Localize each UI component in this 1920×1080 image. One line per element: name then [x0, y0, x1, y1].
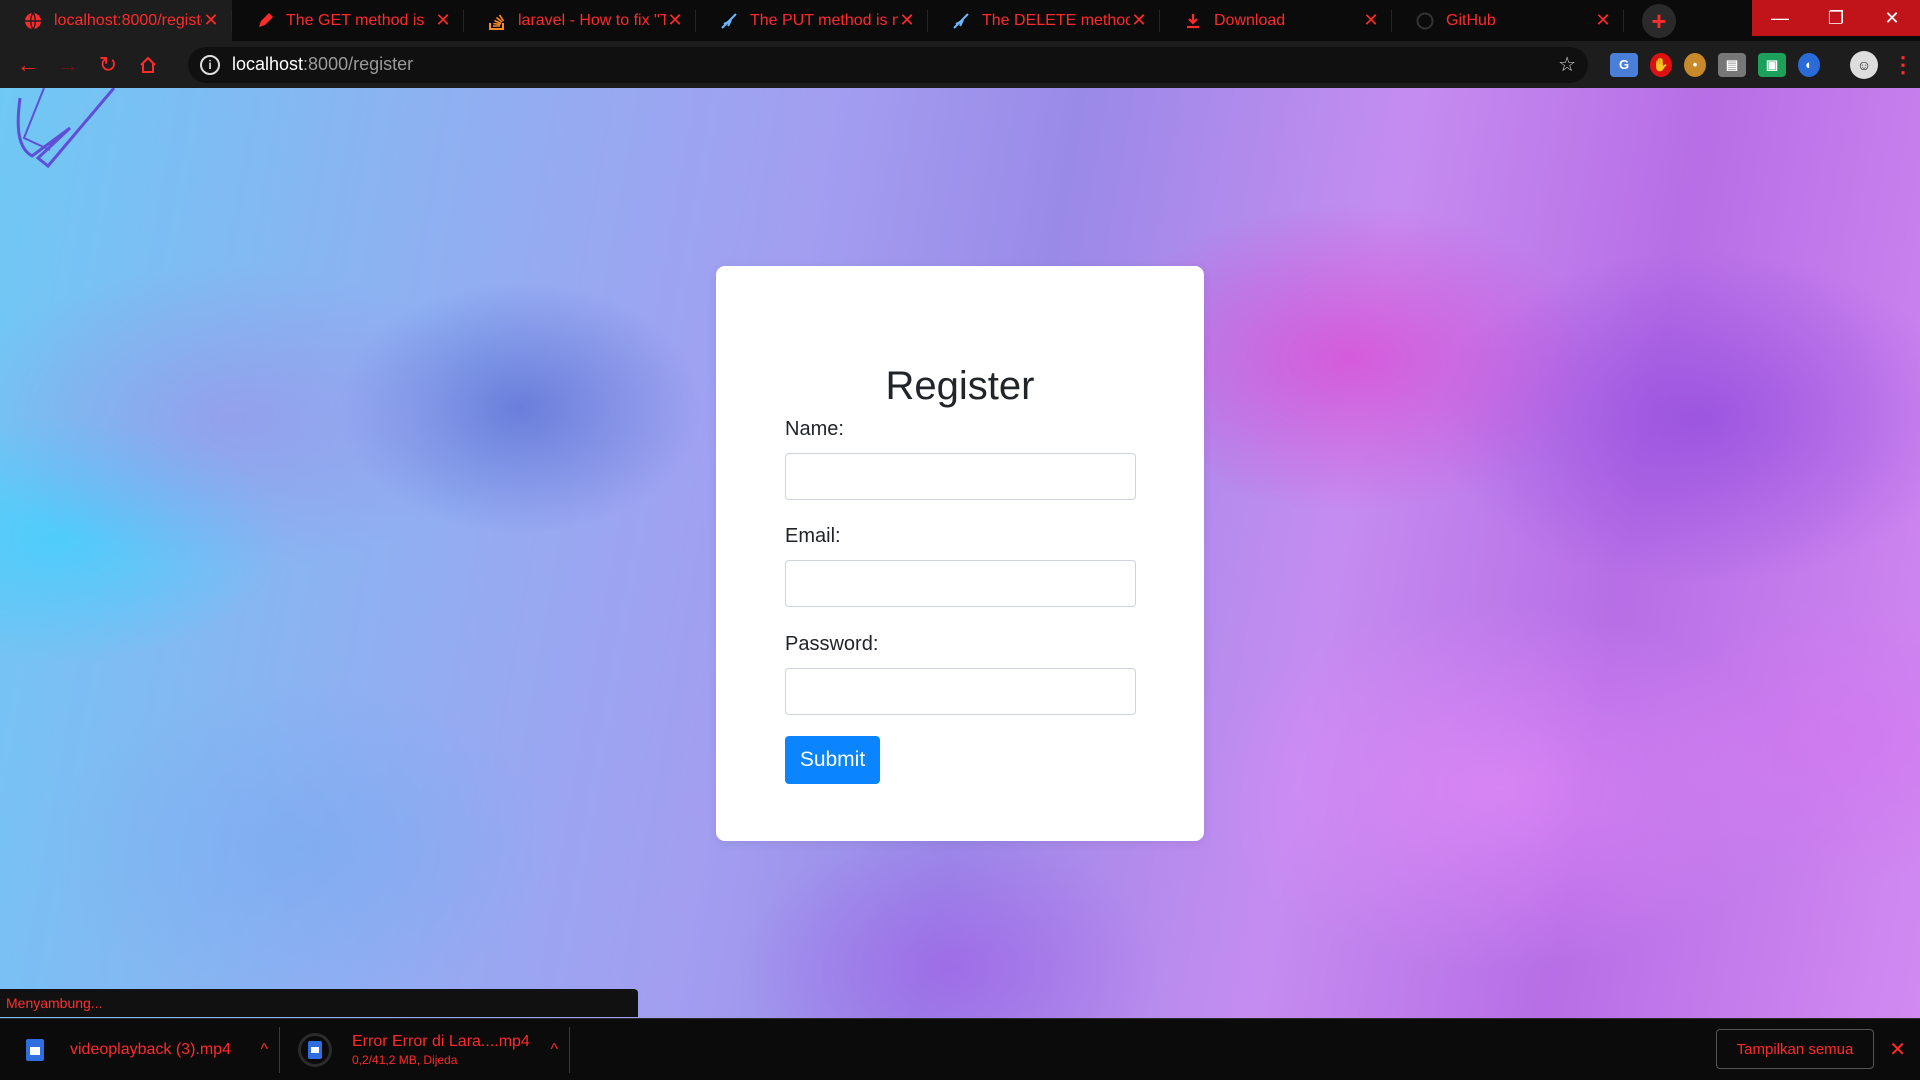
globe-extension-icon[interactable]: ◐ — [1798, 52, 1820, 77]
image-extension-icon[interactable]: ▣ — [1758, 52, 1786, 77]
email-label: Email: — [785, 525, 841, 547]
tab-title: laravel - How to fix "Th — [518, 11, 666, 29]
submit-button[interactable]: Submit — [785, 736, 880, 784]
close-tab-icon[interactable]: ✕ — [434, 10, 452, 31]
globe-icon — [24, 12, 42, 30]
site-info-icon[interactable]: i — [200, 54, 220, 75]
file-icon — [26, 1038, 44, 1061]
scribble-decoration — [16, 88, 116, 169]
download-item[interactable]: videoplayback (3).mp4 ^ — [0, 1019, 280, 1080]
laravel-icon — [952, 12, 970, 30]
tab-title: localhost:8000/register — [54, 11, 202, 29]
close-tab-icon[interactable]: ✕ — [666, 10, 684, 31]
tab-title: GitHub — [1446, 11, 1496, 29]
tab-title: The GET method is — [286, 11, 425, 29]
tab-download[interactable]: Download ✕ — [1160, 0, 1392, 41]
github-icon — [1416, 12, 1434, 30]
tab-laravel-fix[interactable]: laravel - How to fix "Th ✕ — [464, 0, 696, 41]
close-window-icon[interactable]: ✕ — [1864, 0, 1920, 36]
file-icon — [308, 1040, 322, 1059]
tab-get-method[interactable]: The GET method is ✕ — [232, 0, 464, 41]
show-all-button[interactable]: Tampilkan semua — [1716, 1029, 1874, 1069]
divider — [569, 1026, 570, 1073]
register-card: Register Name: Email: Password: Submit — [716, 266, 1204, 841]
home-icon[interactable] — [128, 45, 168, 85]
forward-arrow-icon[interactable]: → — [48, 45, 88, 85]
printer-extension-icon[interactable]: ▤ — [1718, 52, 1746, 77]
tab-strip: localhost:8000/register ✕ The GET method… — [0, 0, 1920, 41]
new-tab-button[interactable]: + — [1642, 4, 1676, 38]
tab-github[interactable]: GitHub ✕ — [1392, 0, 1624, 41]
chevron-up-icon[interactable]: ^ — [550, 1041, 558, 1059]
close-shelf-icon[interactable]: ✕ — [1889, 1037, 1906, 1062]
profile-avatar[interactable]: ☺ — [1850, 50, 1878, 79]
browser-toolbar: ← → ↻ i localhost:8000/register ☆ G ✋ • … — [0, 41, 1920, 88]
menu-dots-icon[interactable]: ⋮ — [1892, 52, 1914, 78]
back-arrow-icon[interactable]: ← — [8, 45, 48, 85]
stackoverflow-icon — [488, 12, 506, 30]
translate-extension-icon[interactable]: G — [1610, 52, 1638, 77]
address-bar[interactable]: i localhost:8000/register ☆ — [188, 46, 1588, 83]
tab-put-method[interactable]: The PUT method is not ✕ — [696, 0, 928, 41]
name-label: Name: — [785, 418, 844, 440]
restore-icon[interactable]: ❐ — [1808, 0, 1864, 36]
cookie-extension-icon[interactable]: • — [1684, 52, 1706, 77]
password-label: Password: — [785, 633, 879, 655]
tab-title: The PUT method is not — [750, 11, 898, 29]
tab-title: The DELETE method is — [982, 11, 1130, 29]
close-tab-icon[interactable]: ✕ — [898, 10, 916, 31]
reload-icon[interactable]: ↻ — [88, 45, 128, 85]
download-shelf: videoplayback (3).mp4 ^ Error Error di L… — [0, 1018, 1920, 1080]
download-icon — [1184, 12, 1202, 30]
close-tab-icon[interactable]: ✕ — [202, 10, 220, 31]
download-filename: Error Error di Lara....mp4 — [352, 1032, 530, 1050]
password-field[interactable] — [785, 668, 1136, 715]
pencil-icon — [256, 12, 274, 30]
close-tab-icon[interactable]: ✕ — [1594, 10, 1612, 31]
status-bubble: Menyambung... — [0, 989, 638, 1017]
progress-ring — [298, 1032, 332, 1067]
tab-register[interactable]: localhost:8000/register ✕ — [0, 0, 232, 41]
url-path: :8000/register — [303, 54, 414, 74]
chevron-up-icon[interactable]: ^ — [260, 1041, 268, 1059]
download-item[interactable]: Error Error di Lara....mp4 0,2/41,2 MB, … — [280, 1019, 570, 1080]
download-status: 0,2/41,2 MB, Dijeda — [352, 1052, 458, 1067]
page-viewport: Register Name: Email: Password: Submit — [0, 88, 1920, 1020]
minimize-icon[interactable]: — — [1752, 0, 1808, 36]
tab-delete-method[interactable]: The DELETE method is ✕ — [928, 0, 1160, 41]
page-title: Register — [885, 364, 1035, 408]
close-tab-icon[interactable]: ✕ — [1130, 10, 1148, 31]
tab-title: Download — [1214, 11, 1286, 29]
name-field[interactable] — [785, 453, 1136, 500]
email-field[interactable] — [785, 560, 1136, 607]
url-host: localhost — [232, 54, 304, 74]
adblock-extension-icon[interactable]: ✋ — [1650, 52, 1672, 77]
download-filename: videoplayback (3).mp4 — [70, 1040, 231, 1058]
close-tab-icon[interactable]: ✕ — [1362, 10, 1380, 31]
laravel-icon — [720, 12, 738, 30]
bookmark-star-icon[interactable]: ☆ — [1558, 52, 1576, 77]
window-controls: — ❐ ✕ — [1752, 0, 1920, 36]
